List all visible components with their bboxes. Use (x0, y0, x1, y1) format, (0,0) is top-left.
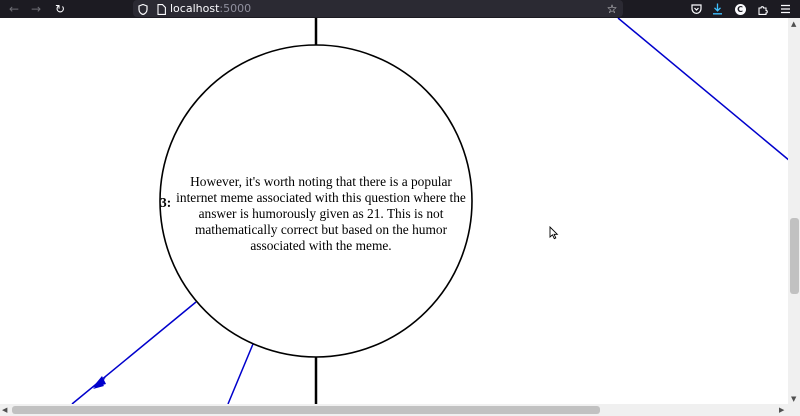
horizontal-scroll-thumb[interactable] (12, 406, 600, 414)
mouse-cursor-icon (549, 226, 559, 240)
url-port: :5000 (219, 2, 252, 15)
edge-bottom-left (71, 301, 197, 405)
vertical-scroll-thumb[interactable] (790, 218, 799, 294)
page-icon (155, 1, 167, 17)
extensions-icon[interactable] (756, 1, 770, 17)
node-number-label: 3: (160, 195, 172, 210)
account-initial: C (734, 3, 746, 15)
back-icon[interactable]: ← (6, 1, 22, 17)
menu-icon[interactable] (778, 1, 792, 17)
scroll-down-arrow-icon[interactable]: ▼ (791, 395, 796, 403)
forward-icon[interactable]: → (28, 1, 44, 17)
reload-icon[interactable]: ↻ (52, 1, 68, 17)
url-text[interactable]: localhost:5000 (170, 2, 251, 15)
download-icon[interactable] (710, 1, 724, 17)
account-icon[interactable]: C (733, 1, 747, 17)
edge-bottom-center (227, 343, 254, 405)
edge-top-right (617, 18, 791, 162)
browser-toolbar: ← → ↻ localhost:5000 ☆ C (0, 0, 800, 18)
scroll-up-arrow-icon[interactable]: ▲ (791, 20, 796, 28)
scroll-right-arrow-icon[interactable]: ▶ (779, 406, 784, 414)
node-text: However, it's worth noting that there is… (176, 174, 466, 253)
url-host: localhost (170, 2, 220, 15)
shield-icon[interactable] (137, 1, 149, 17)
bookmark-star-icon[interactable]: ☆ (604, 1, 620, 17)
scroll-left-arrow-icon[interactable]: ◀ (2, 406, 7, 414)
pocket-icon[interactable] (689, 1, 703, 17)
vertical-scrollbar[interactable] (788, 18, 800, 404)
